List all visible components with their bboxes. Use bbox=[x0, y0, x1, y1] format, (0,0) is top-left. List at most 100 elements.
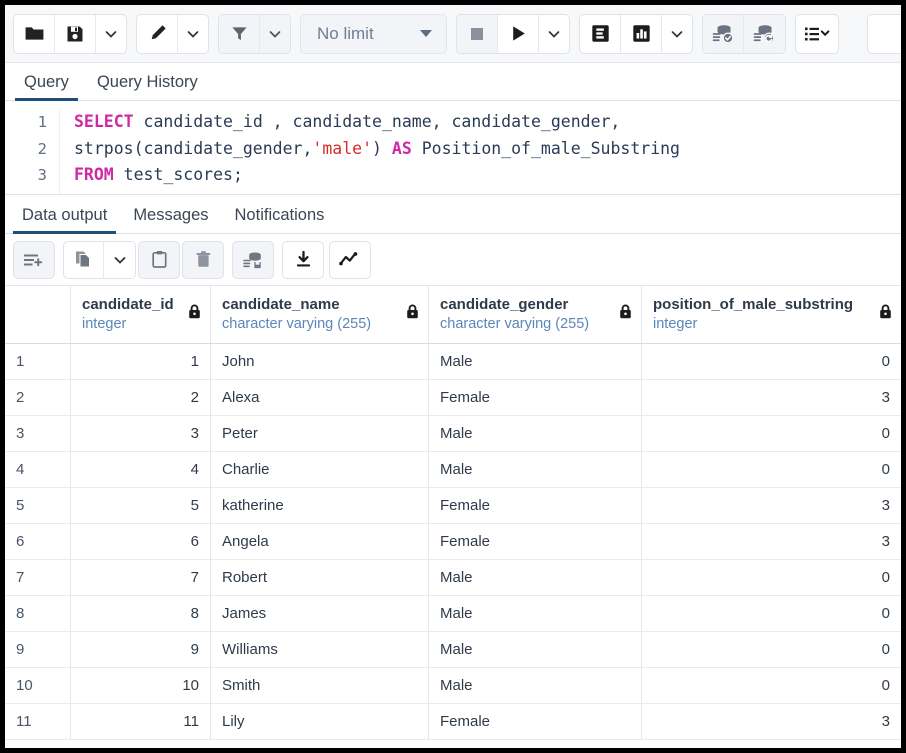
paste-button[interactable] bbox=[139, 242, 179, 278]
copy-dropdown-button[interactable] bbox=[104, 242, 135, 278]
editor-code[interactable]: SELECT candidate_id , candidate_name, ca… bbox=[60, 109, 680, 194]
column-header-candidate_name[interactable]: candidate_namecharacter varying (255) bbox=[211, 286, 429, 343]
cell-candidate_name[interactable]: Smith bbox=[211, 668, 429, 703]
column-header-position_of_male_substring[interactable]: position_of_male_substringinteger bbox=[642, 286, 901, 343]
cell-candidate_name[interactable]: Lily bbox=[211, 704, 429, 739]
pencil-icon bbox=[147, 23, 168, 44]
cell-candidate_gender[interactable]: Male bbox=[429, 596, 642, 631]
sql-editor[interactable]: 123 SELECT candidate_id , candidate_name… bbox=[5, 101, 901, 195]
cell-position_of_male_substring[interactable]: 0 bbox=[642, 596, 901, 631]
cell-candidate_name[interactable]: Alexa bbox=[211, 380, 429, 415]
cell-position_of_male_substring[interactable]: 3 bbox=[642, 704, 901, 739]
open-file-button[interactable] bbox=[14, 15, 55, 53]
cell-candidate_gender[interactable]: Female bbox=[429, 524, 642, 559]
cell-position_of_male_substring[interactable]: 0 bbox=[642, 632, 901, 667]
lock-icon bbox=[406, 304, 419, 319]
save-data-changes-button[interactable] bbox=[233, 242, 273, 278]
execute-query-button[interactable] bbox=[498, 15, 539, 53]
table-row[interactable]: 99WilliamsMale0 bbox=[5, 632, 901, 668]
table-row[interactable]: 11JohnMale0 bbox=[5, 344, 901, 380]
cell-candidate_id[interactable]: 6 bbox=[71, 524, 211, 559]
cell-position_of_male_substring[interactable]: 0 bbox=[642, 344, 901, 379]
delete-icon bbox=[194, 250, 213, 269]
cell-position_of_male_substring[interactable]: 0 bbox=[642, 452, 901, 487]
cell-candidate_id[interactable]: 7 bbox=[71, 560, 211, 595]
filter-dropdown-button[interactable] bbox=[260, 15, 290, 53]
table-row[interactable]: 55katherineFemale3 bbox=[5, 488, 901, 524]
cell-candidate_name[interactable]: Robert bbox=[211, 560, 429, 595]
cell-candidate_name[interactable]: katherine bbox=[211, 488, 429, 523]
row-limit-selector[interactable]: No limit bbox=[300, 14, 447, 54]
table-row[interactable]: 88JamesMale0 bbox=[5, 596, 901, 632]
cell-candidate_gender[interactable]: Male bbox=[429, 632, 642, 667]
cell-candidate_id[interactable]: 5 bbox=[71, 488, 211, 523]
column-name: candidate_name bbox=[222, 295, 418, 314]
explain-dropdown-button[interactable] bbox=[662, 15, 692, 53]
copy-group bbox=[63, 241, 136, 279]
cell-candidate_name[interactable]: Peter bbox=[211, 416, 429, 451]
cell-candidate_name[interactable]: John bbox=[211, 344, 429, 379]
macros-button[interactable] bbox=[796, 15, 838, 53]
explain-analyze-button[interactable] bbox=[621, 15, 662, 53]
cell-candidate_id[interactable]: 10 bbox=[71, 668, 211, 703]
sql-token-id: test_scores; bbox=[114, 165, 243, 184]
cell-candidate_id[interactable]: 2 bbox=[71, 380, 211, 415]
commit-button[interactable] bbox=[703, 15, 744, 53]
column-header-candidate_id[interactable]: candidate_idinteger bbox=[71, 286, 211, 343]
table-row[interactable]: 77RobertMale0 bbox=[5, 560, 901, 596]
cell-candidate_id[interactable]: 1 bbox=[71, 344, 211, 379]
overflow-toolbar-button[interactable] bbox=[867, 14, 901, 54]
delete-row-button[interactable] bbox=[183, 242, 223, 278]
table-row[interactable]: 1111LilyFemale3 bbox=[5, 704, 901, 740]
cell-candidate_name[interactable]: Charlie bbox=[211, 452, 429, 487]
save-file-button[interactable] bbox=[55, 15, 96, 53]
cell-candidate_id[interactable]: 8 bbox=[71, 596, 211, 631]
cell-position_of_male_substring[interactable]: 0 bbox=[642, 416, 901, 451]
stop-query-button[interactable] bbox=[457, 15, 498, 53]
cell-candidate_gender[interactable]: Female bbox=[429, 488, 642, 523]
edit-dropdown-button[interactable] bbox=[178, 15, 208, 53]
cell-candidate_gender[interactable]: Female bbox=[429, 704, 642, 739]
add-row-button[interactable] bbox=[14, 242, 54, 278]
cell-candidate_name[interactable]: Angela bbox=[211, 524, 429, 559]
download-csv-button[interactable] bbox=[283, 242, 323, 278]
chevron-down-icon bbox=[268, 27, 282, 41]
table-row[interactable]: 22AlexaFemale3 bbox=[5, 380, 901, 416]
cell-position_of_male_substring[interactable]: 3 bbox=[642, 488, 901, 523]
table-row[interactable]: 66AngelaFemale3 bbox=[5, 524, 901, 560]
table-row[interactable]: 1010SmithMale0 bbox=[5, 668, 901, 704]
column-header-candidate_gender[interactable]: candidate_gendercharacter varying (255) bbox=[429, 286, 642, 343]
tab-messages[interactable]: Messages bbox=[124, 206, 217, 233]
tab-query-history[interactable]: Query History bbox=[88, 73, 207, 100]
cell-candidate_gender[interactable]: Male bbox=[429, 560, 642, 595]
tab-notifications[interactable]: Notifications bbox=[226, 206, 334, 233]
table-row[interactable]: 44CharlieMale0 bbox=[5, 452, 901, 488]
table-row[interactable]: 33PeterMale0 bbox=[5, 416, 901, 452]
graph-visualiser-button[interactable] bbox=[330, 242, 370, 278]
cell-candidate_id[interactable]: 3 bbox=[71, 416, 211, 451]
tab-data-output[interactable]: Data output bbox=[13, 206, 116, 233]
cell-candidate_gender[interactable]: Male bbox=[429, 344, 642, 379]
copy-button[interactable] bbox=[64, 242, 104, 278]
cell-candidate_name[interactable]: James bbox=[211, 596, 429, 631]
cell-candidate_id[interactable]: 9 bbox=[71, 632, 211, 667]
filter-button[interactable] bbox=[219, 15, 260, 53]
edit-button[interactable] bbox=[137, 15, 178, 53]
cell-candidate_id[interactable]: 11 bbox=[71, 704, 211, 739]
cell-position_of_male_substring[interactable]: 0 bbox=[642, 560, 901, 595]
cell-position_of_male_substring[interactable]: 0 bbox=[642, 668, 901, 703]
cell-candidate_name[interactable]: Williams bbox=[211, 632, 429, 667]
rollback-button[interactable] bbox=[744, 15, 785, 53]
execute-button-group bbox=[456, 14, 570, 54]
execute-dropdown-button[interactable] bbox=[539, 15, 569, 53]
cell-candidate_gender[interactable]: Female bbox=[429, 380, 642, 415]
cell-candidate_gender[interactable]: Male bbox=[429, 668, 642, 703]
save-file-dropdown-button[interactable] bbox=[96, 15, 126, 53]
cell-position_of_male_substring[interactable]: 3 bbox=[642, 524, 901, 559]
cell-position_of_male_substring[interactable]: 3 bbox=[642, 380, 901, 415]
tab-query[interactable]: Query bbox=[15, 73, 78, 100]
cell-candidate_gender[interactable]: Male bbox=[429, 452, 642, 487]
explain-button[interactable] bbox=[580, 15, 621, 53]
cell-candidate_gender[interactable]: Male bbox=[429, 416, 642, 451]
cell-candidate_id[interactable]: 4 bbox=[71, 452, 211, 487]
